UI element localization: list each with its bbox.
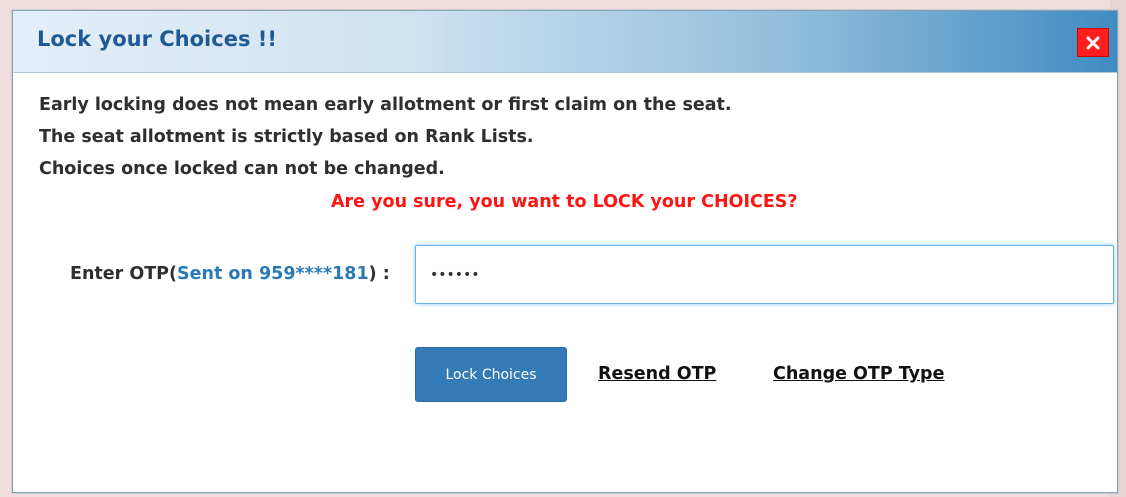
lock-confirmation-warning: Are you sure, you want to LOCK your CHOI… (331, 192, 798, 212)
close-button[interactable] (1077, 28, 1109, 57)
lock-choices-button[interactable]: Lock Choices (415, 347, 567, 402)
info-message-rank-lists: The seat allotment is strictly based on … (39, 127, 534, 147)
close-x-icon (1086, 36, 1100, 49)
otp-input[interactable] (415, 245, 1114, 304)
otp-label-suffix: ) : (368, 264, 390, 284)
change-otp-type-link[interactable]: Change OTP Type (773, 364, 944, 384)
lock-choices-dialog: Lock your Choices !! Early locking does … (12, 10, 1118, 493)
otp-label-prefix: Enter OTP( (70, 264, 178, 284)
info-message-early-locking: Early locking does not mean early allotm… (39, 95, 732, 115)
otp-sent-to-number: Sent on 959****181 (177, 264, 369, 284)
info-message-locked-unchangeable: Choices once locked can not be changed. (39, 159, 445, 179)
otp-label: Enter OTP(Sent on 959****181) : (70, 264, 390, 284)
dialog-title: Lock your Choices !! (37, 27, 277, 51)
dialog-body: Early locking does not mean early allotm… (13, 73, 1117, 492)
resend-otp-link[interactable]: Resend OTP (598, 364, 716, 384)
dialog-titlebar: Lock your Choices !! (13, 11, 1117, 73)
